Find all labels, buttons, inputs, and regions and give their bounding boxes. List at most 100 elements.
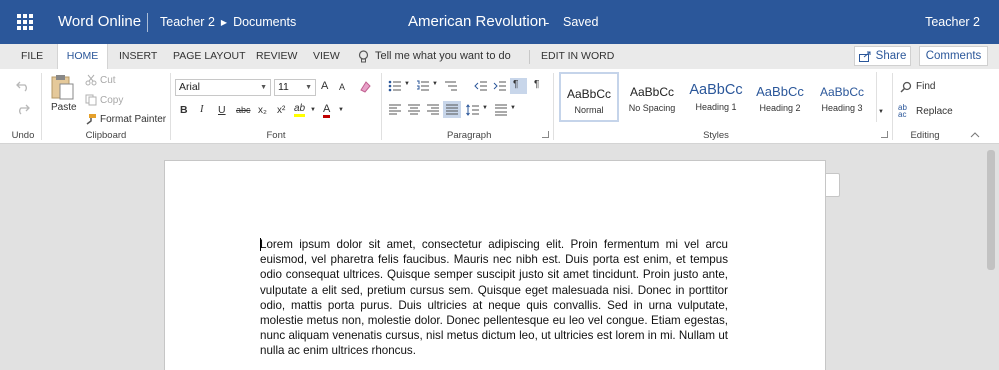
cut-icon[interactable]	[85, 74, 97, 86]
chevron-down-icon[interactable]: ▼	[482, 105, 488, 111]
tab-page-layout[interactable]: PAGE LAYOUT	[173, 44, 246, 69]
vertical-scrollbar[interactable]	[987, 150, 995, 270]
tab-review[interactable]: REVIEW	[256, 44, 297, 69]
strikethrough-button[interactable]: abc	[236, 105, 251, 115]
rtl-icon[interactable]: ¶	[534, 79, 539, 90]
user-name[interactable]: Teacher 2	[925, 15, 980, 29]
style-name: No Spacing	[628, 103, 676, 113]
share-label: Share	[875, 50, 907, 62]
comments-button[interactable]: Comments	[919, 46, 988, 66]
style-normal[interactable]: AaBbCc Normal	[559, 72, 619, 122]
line-spacing-icon[interactable]	[466, 104, 480, 116]
format-painter-icon[interactable]	[85, 113, 97, 125]
style-sample: AaBbCc	[819, 85, 865, 99]
breadcrumb-user[interactable]: Teacher 2	[160, 15, 215, 29]
underline-button[interactable]: U	[218, 104, 226, 116]
align-center-icon[interactable]	[407, 104, 421, 116]
format-painter-button[interactable]: Format Painter	[100, 114, 166, 125]
style-heading-2[interactable]: AaBbCc Heading 2	[750, 72, 810, 122]
collapse-ribbon-icon[interactable]	[970, 132, 980, 138]
find-button[interactable]: Find	[916, 81, 935, 92]
save-status: Saved	[563, 15, 599, 29]
breadcrumb: Teacher 2 ▶ Documents	[160, 15, 296, 29]
style-sample: AaBbCc	[756, 84, 804, 99]
chevron-down-icon[interactable]: ▼	[338, 107, 344, 113]
undo-icon[interactable]	[16, 80, 30, 92]
numbering-icon[interactable]	[416, 80, 430, 92]
bold-button[interactable]: B	[180, 104, 188, 116]
font-size-value: 11	[278, 81, 289, 93]
group-divider	[553, 73, 554, 140]
document-body-text[interactable]: Lorem ipsum dolor sit amet, consectetur …	[260, 237, 728, 359]
shrink-font-button[interactable]: A	[339, 82, 345, 92]
editing-group-label: Editing	[910, 130, 940, 141]
copy-button[interactable]: Copy	[100, 95, 123, 106]
group-divider	[381, 73, 382, 140]
group-divider	[170, 73, 171, 140]
paragraph-group-label: Paragraph	[447, 130, 492, 141]
paste-icon[interactable]	[51, 74, 75, 100]
app-name[interactable]: Word Online	[58, 13, 141, 30]
tell-me-text: Tell me what you want to do	[375, 50, 511, 62]
chevron-down-icon[interactable]: ▼	[310, 107, 316, 113]
home-ribbon: Undo Paste Cut Copy Format Painter Clipb…	[0, 69, 999, 144]
paragraph-dialog-launcher-icon[interactable]	[542, 131, 549, 138]
style-heading-3[interactable]: AaBbCc Heading 3	[812, 72, 872, 122]
style-sample: AaBbCc	[566, 87, 612, 101]
replace-icon[interactable]: ab ac	[898, 104, 907, 119]
highlight-button[interactable]: ab	[294, 103, 306, 117]
style-name: Normal	[574, 105, 604, 115]
text-cursor	[260, 238, 261, 251]
justify-icon	[446, 104, 458, 115]
chevron-down-icon: ▼	[260, 84, 267, 91]
clear-formatting-icon[interactable]	[359, 80, 372, 93]
copy-icon[interactable]	[85, 94, 97, 106]
bullets-icon[interactable]	[388, 80, 402, 92]
redo-icon[interactable]	[16, 103, 30, 115]
font-color-button[interactable]: A	[323, 103, 331, 118]
style-name: Heading 1	[695, 102, 737, 112]
align-right-icon[interactable]	[426, 104, 440, 116]
comment-margin-marker[interactable]	[826, 173, 840, 197]
italic-button[interactable]: I	[200, 104, 204, 115]
style-no-spacing[interactable]: AaBbCc No Spacing	[622, 72, 682, 122]
share-button[interactable]: Share	[854, 46, 911, 66]
style-sample: AaBbCc	[689, 82, 743, 98]
title-bar: Word Online Teacher 2 ▶ Documents Americ…	[0, 0, 999, 44]
style-name: Heading 3	[821, 103, 863, 113]
breadcrumb-arrow-icon: ▶	[220, 17, 228, 27]
increase-indent-icon[interactable]	[493, 80, 507, 92]
tab-file[interactable]: FILE	[21, 44, 43, 69]
paragraph-spacing-icon[interactable]	[494, 104, 508, 116]
font-name-dropdown[interactable]: Arial ▼	[175, 79, 271, 96]
tell-me-search[interactable]: Tell me what you want to do	[358, 44, 511, 69]
edit-in-word-button[interactable]: EDIT IN WORD	[541, 44, 614, 69]
style-heading-1[interactable]: AaBbCc Heading 1	[686, 72, 746, 122]
tab-view[interactable]: VIEW	[313, 44, 340, 69]
find-icon[interactable]	[900, 81, 912, 93]
document-title[interactable]: American Revolution	[408, 13, 546, 30]
undo-group-label: Undo	[11, 130, 35, 141]
title-separator: -	[545, 15, 550, 30]
styles-dialog-launcher-icon[interactable]	[881, 131, 888, 138]
breadcrumb-documents[interactable]: Documents	[233, 15, 296, 29]
font-size-dropdown[interactable]: 11 ▼	[274, 79, 316, 96]
cut-button[interactable]: Cut	[100, 75, 116, 86]
style-sample: AaBbCc	[629, 85, 675, 99]
superscript-button[interactable]: x²	[277, 105, 285, 116]
tab-home[interactable]: HOME	[57, 44, 108, 70]
align-left-icon[interactable]	[388, 104, 402, 116]
tab-insert[interactable]: INSERT	[119, 44, 157, 69]
ribbon-tab-row: FILE HOME INSERT PAGE LAYOUT REVIEW VIEW…	[0, 44, 999, 70]
multilevel-list-icon[interactable]	[444, 80, 458, 92]
app-launcher-icon[interactable]	[17, 14, 33, 30]
paste-button[interactable]: Paste	[51, 102, 77, 113]
grow-font-button[interactable]: A	[321, 80, 328, 92]
chevron-down-icon[interactable]: ▼	[510, 105, 516, 111]
chevron-down-icon: ▼	[305, 84, 312, 91]
chevron-down-icon[interactable]: ▼	[432, 81, 438, 87]
subscript-button[interactable]: x₂	[258, 105, 267, 116]
decrease-indent-icon[interactable]	[474, 80, 488, 92]
chevron-down-icon[interactable]: ▼	[404, 81, 410, 87]
replace-button[interactable]: Replace	[916, 106, 953, 117]
